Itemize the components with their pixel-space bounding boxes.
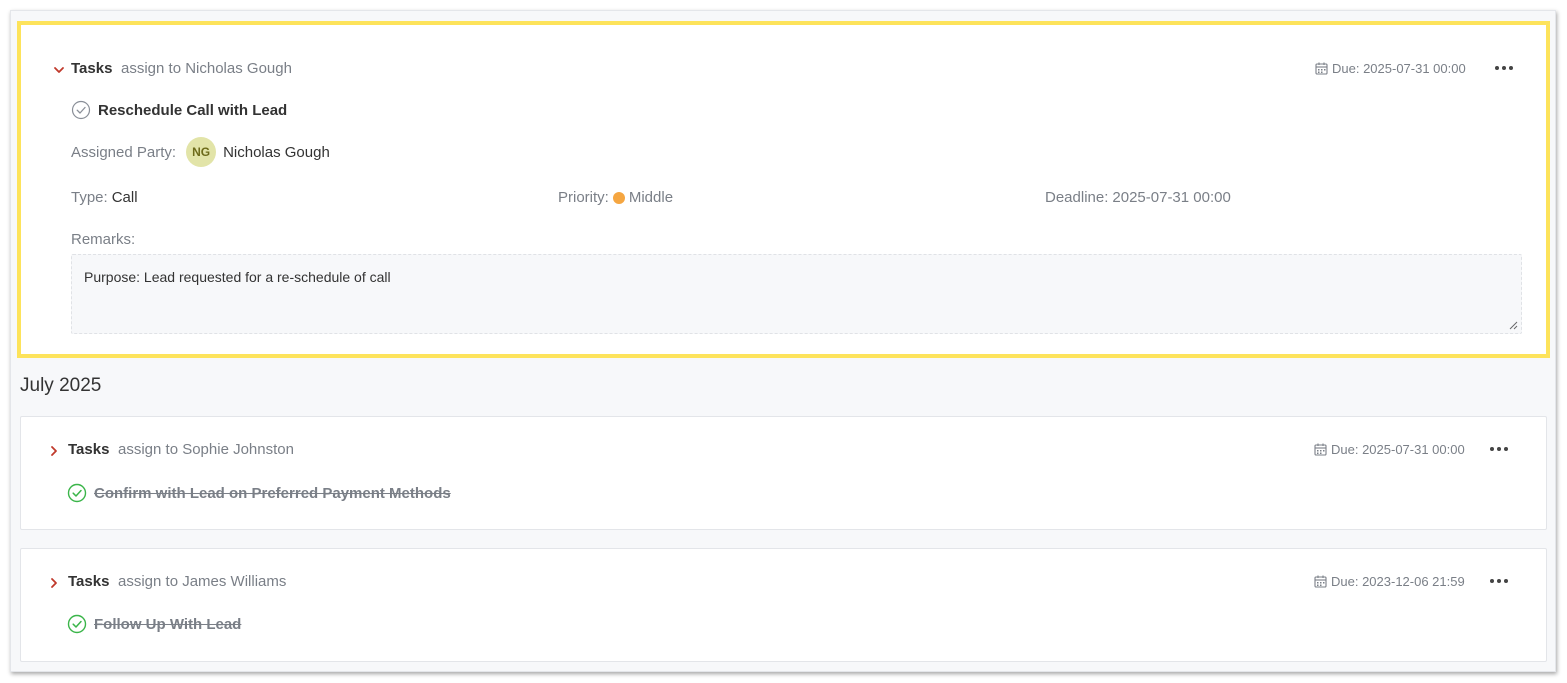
task-type-label: Tasks (68, 573, 110, 590)
task-card[interactable]: Tasks assign to James Williams Due: 2023… (20, 548, 1547, 662)
priority-dot-icon (612, 191, 625, 204)
due-text: Due: 2025-07-31 00:00 (1331, 442, 1465, 457)
more-icon[interactable] (1495, 61, 1513, 75)
due-date: Due: 2025-07-31 00:00 (1314, 442, 1465, 457)
activity-panel: Tasks assign to Nicholas Gough Due: 2025… (10, 10, 1556, 672)
task-type-label: Tasks (71, 60, 113, 77)
check-circle-done-icon[interactable] (67, 614, 87, 634)
more-icon[interactable] (1490, 442, 1508, 456)
priority-label: Priority: (558, 189, 609, 206)
remarks-text: Purpose: Lead requested for a re-schedul… (84, 269, 391, 285)
task-title-row: Reschedule Call with Lead (71, 100, 287, 120)
assignee-name: Nicholas Gough (223, 143, 330, 161)
task-card[interactable]: Tasks assign to Sophie Johnston Due: 202… (20, 416, 1547, 530)
section-title: July 2025 (20, 375, 102, 396)
task-title-row: Follow Up With Lead (67, 614, 241, 634)
due-date: Due: 2023-12-06 21:59 (1314, 574, 1465, 589)
remarks-textarea[interactable]: Purpose: Lead requested for a re-schedul… (71, 254, 1522, 334)
deadline-value: 2025-07-31 00:00 (1112, 189, 1231, 206)
type-label: Type: (71, 189, 108, 206)
check-circle-done-icon[interactable] (67, 483, 87, 503)
resize-grip-icon[interactable] (1509, 321, 1518, 330)
chevron-right-icon[interactable] (47, 444, 61, 458)
assign-text: assign to Nicholas Gough (121, 60, 292, 77)
remarks-label: Remarks: (71, 231, 136, 248)
check-circle-outline-icon[interactable] (71, 100, 91, 120)
task-title: Confirm with Lead on Preferred Payment M… (94, 484, 451, 502)
deadline-label: Deadline: (1045, 189, 1109, 206)
calendar-icon (1314, 575, 1327, 588)
chevron-down-icon[interactable] (52, 63, 66, 77)
calendar-icon (1315, 62, 1328, 75)
type-field: Type: Call (71, 189, 138, 206)
task-type-label: Tasks (68, 441, 110, 458)
priority-field: Priority: Middle (558, 189, 673, 206)
chevron-right-icon[interactable] (47, 576, 61, 590)
calendar-icon (1314, 443, 1327, 456)
remarks-field: Remarks: (71, 231, 135, 248)
deadline-field: Deadline: 2025-07-31 00:00 (1045, 189, 1231, 206)
due-date: Due: 2025-07-31 00:00 (1315, 61, 1466, 76)
assigned-party-field: Assigned Party: NG Nicholas Gough (71, 137, 330, 167)
priority-value: Middle (628, 189, 674, 206)
due-text: Due: 2025-07-31 00:00 (1332, 61, 1466, 76)
type-value: Call (111, 189, 138, 206)
task-card-expanded: Tasks assign to Nicholas Gough Due: 2025… (17, 21, 1550, 358)
due-text: Due: 2023-12-06 21:59 (1331, 574, 1465, 589)
assigned-party-label: Assigned Party: (71, 143, 177, 161)
assign-text: assign to James Williams (118, 573, 287, 590)
task-title: Follow Up With Lead (94, 615, 242, 633)
assign-text: assign to Sophie Johnston (118, 441, 294, 458)
more-icon[interactable] (1490, 574, 1508, 588)
task-title: Reschedule Call with Lead (98, 101, 288, 119)
avatar: NG (186, 137, 217, 167)
task-title-row: Confirm with Lead on Preferred Payment M… (67, 483, 451, 503)
